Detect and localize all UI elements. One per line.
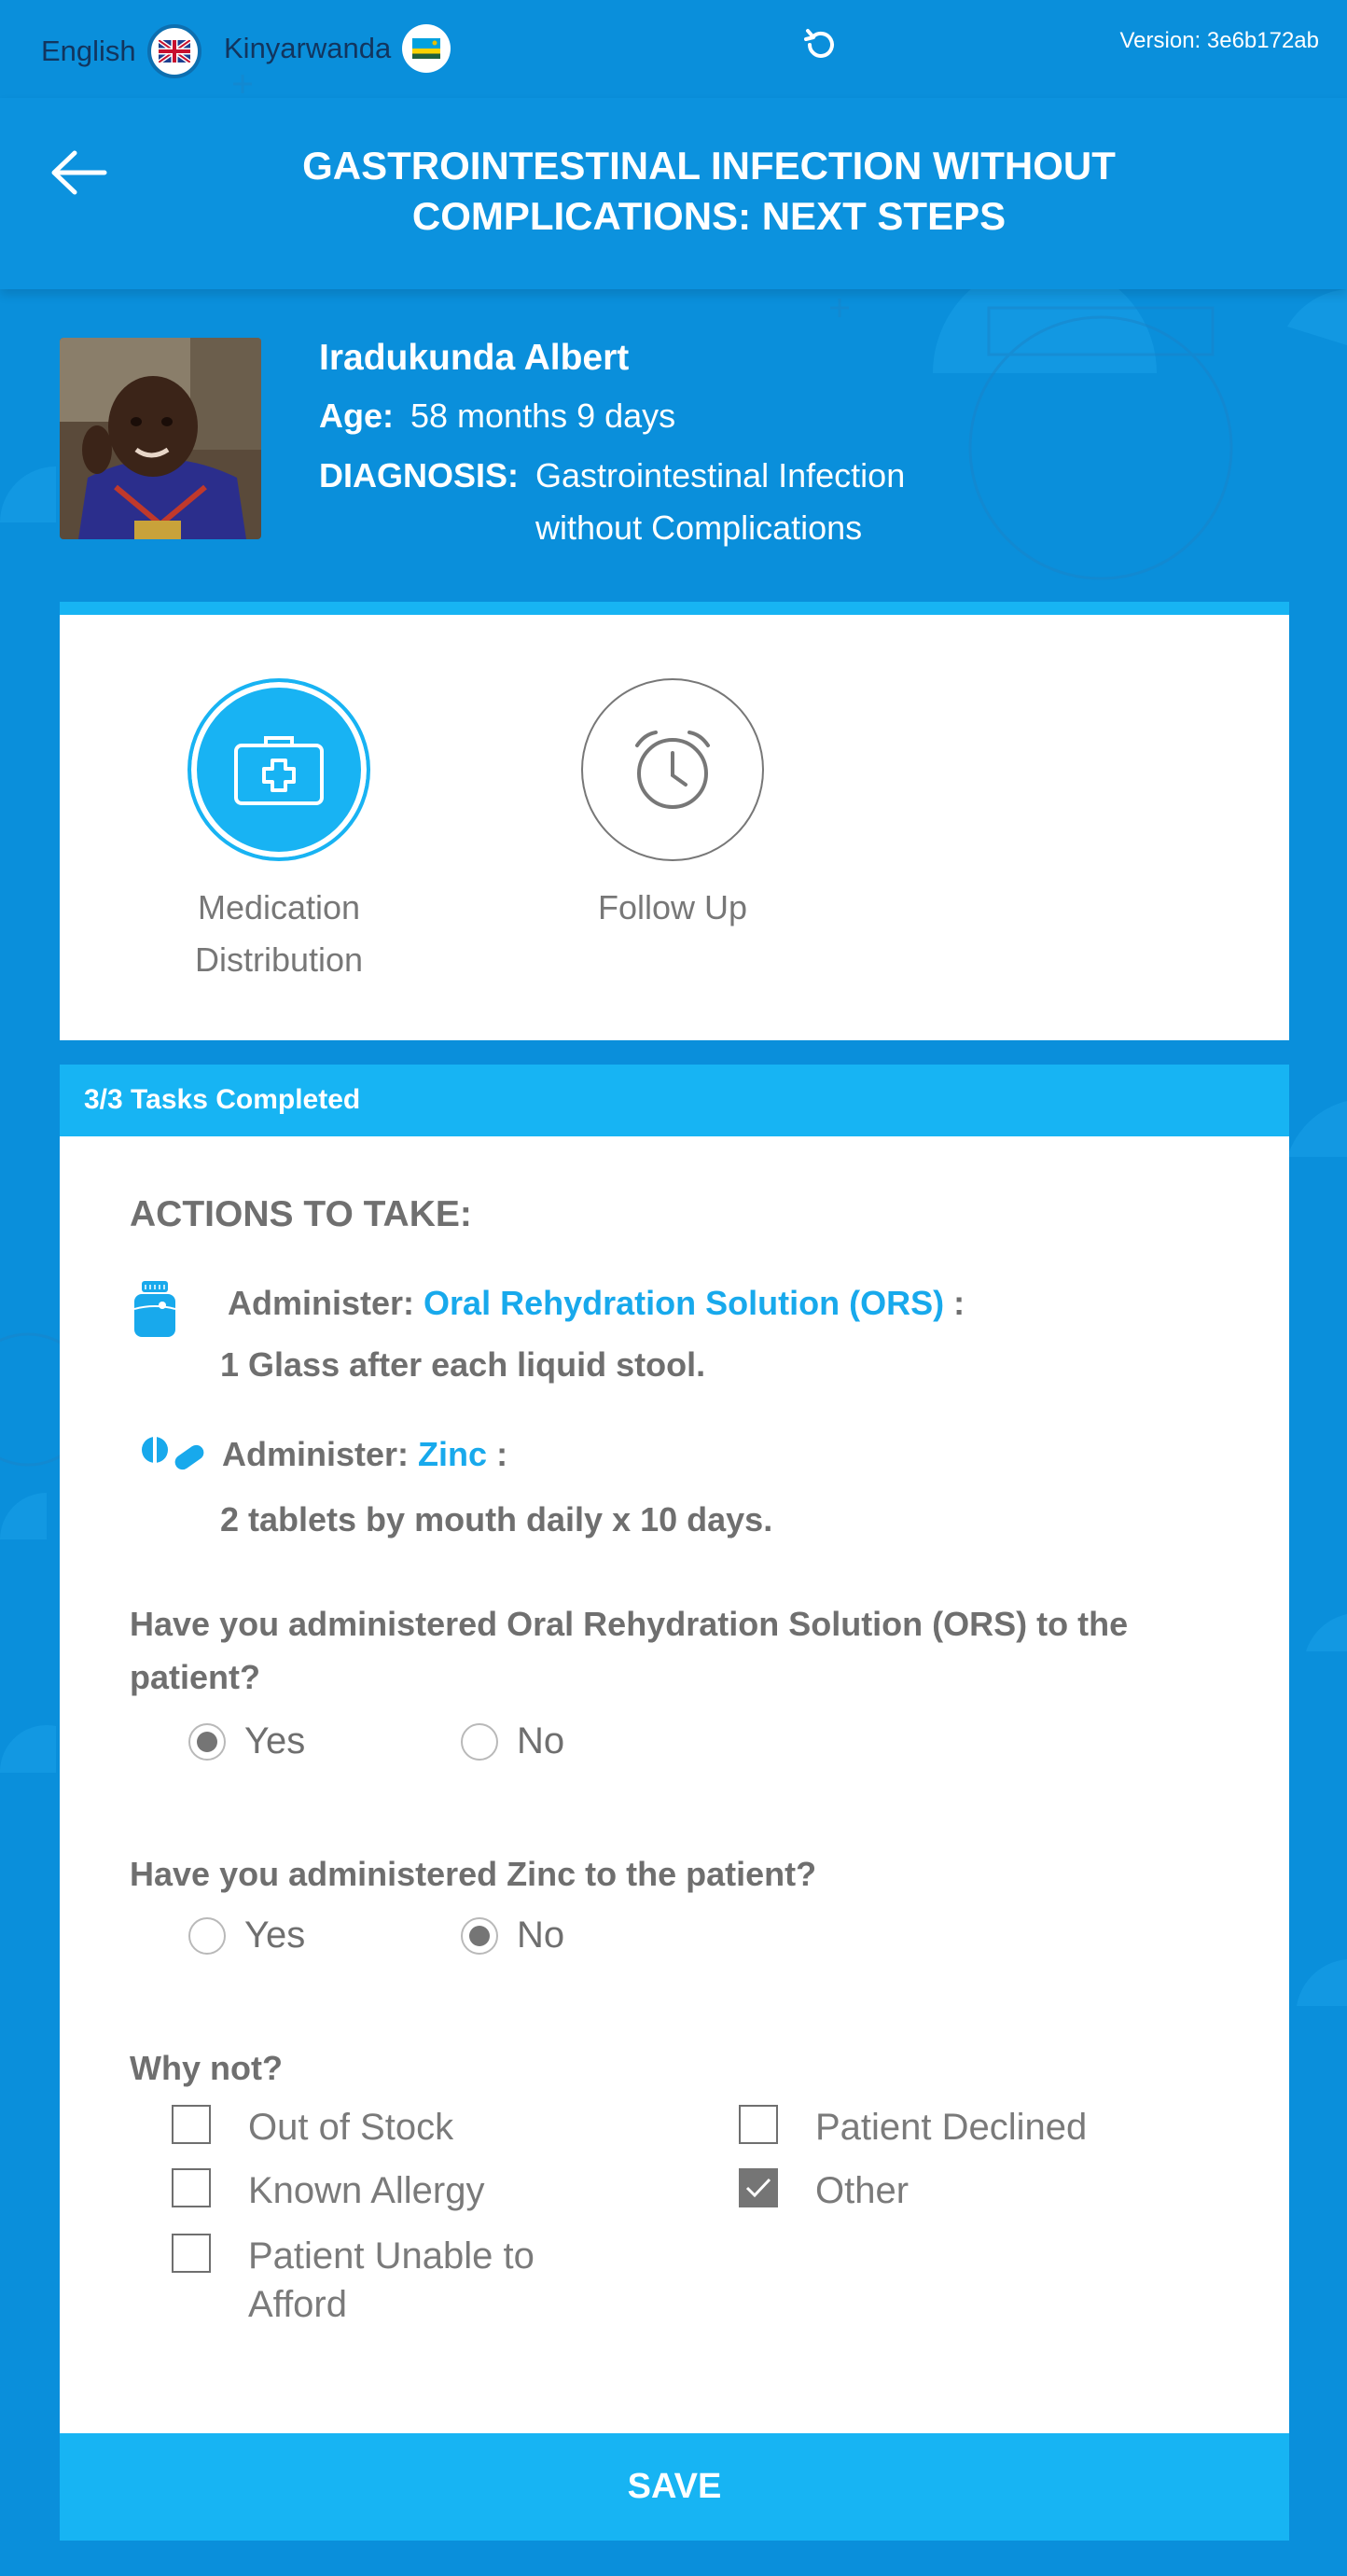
radio-ors-yes-label: Yes: [244, 1720, 306, 1761]
radio-ors-no[interactable]: No: [461, 1720, 564, 1762]
checkbox-unable-to-afford[interactable]: Patient Unable to Afford: [172, 2232, 535, 2329]
action-ors-instruction: 1 Glass after each liquid stool.: [220, 1345, 706, 1384]
checkbox-other-label: Other: [815, 2170, 910, 2211]
checkbox-unable-to-afford-box[interactable]: [172, 2234, 211, 2273]
question-ors-line2: patient?: [130, 1658, 260, 1696]
checkbox-other-box[interactable]: [739, 2168, 778, 2207]
checkbox-known-allergy[interactable]: Known Allergy: [172, 2166, 484, 2215]
page-title-line1: GASTROINTESTINAL INFECTION WITHOUT: [302, 144, 1116, 188]
form-card: ACTIONS TO TAKE: Administer: Oral Rehydr…: [60, 1136, 1289, 2433]
top-bar: English Kinyarwanda Version: 3e6b172ab: [0, 0, 1347, 98]
actions-heading: ACTIONS TO TAKE:: [130, 1194, 472, 1234]
action-zinc-suffix: :: [496, 1435, 508, 1473]
tasks-status-bar: 3/3 Tasks Completed: [60, 1065, 1289, 1136]
diagnosis-line1: Gastrointestinal Infection: [535, 456, 906, 494]
checkbox-unable-to-afford-label: Patient Unable to Afford: [248, 2232, 535, 2329]
pills-icon: [142, 1435, 209, 1470]
checkbox-out-of-stock-label: Out of Stock: [248, 2107, 454, 2148]
radio-zinc-no[interactable]: No: [461, 1915, 564, 1956]
page-header: GASTROINTESTINAL INFECTION WITHOUT COMPL…: [0, 98, 1347, 289]
action-ors-prefix: Administer:: [228, 1284, 415, 1322]
rwanda-flag-icon: [402, 24, 451, 73]
save-button[interactable]: SAVE: [60, 2433, 1289, 2541]
patient-age-row: Age: 58 months 9 days: [319, 397, 675, 436]
diagnosis-label: DIAGNOSIS:: [319, 456, 520, 494]
checkbox-known-allergy-box[interactable]: [172, 2168, 211, 2207]
checkbox-out-of-stock-box[interactable]: [172, 2105, 211, 2144]
diagnosis-line2: without Complications: [535, 508, 863, 547]
step-medication-label-line1: Medication: [197, 888, 361, 926]
refresh-icon[interactable]: [798, 22, 843, 67]
checkbox-other[interactable]: Other: [739, 2166, 909, 2215]
patient-photo: [60, 338, 261, 539]
patient-name: Iradukunda Albert: [319, 338, 630, 378]
step-medication-distribution[interactable]: Medication Distribution: [139, 678, 419, 986]
step-follow-up[interactable]: Follow Up: [533, 678, 812, 934]
diagnosis-value: Gastrointestinal Infection without Compl…: [535, 450, 905, 554]
language-kinyarwanda[interactable]: Kinyarwanda: [224, 24, 451, 73]
checkbox-patient-declined-label: Patient Declined: [815, 2107, 1088, 2148]
step-follow-up-label: Follow Up: [597, 888, 748, 926]
ors-bottle-icon: [133, 1281, 176, 1337]
checkbox-patient-declined[interactable]: Patient Declined: [739, 2103, 1087, 2151]
step-medication-label-line2: Distribution: [194, 940, 364, 979]
action-zinc-prefix: Administer:: [222, 1435, 410, 1473]
age-label: Age:: [319, 397, 394, 435]
action-zinc-drug: Zinc: [418, 1435, 488, 1473]
checkmark-icon: [745, 2178, 771, 2198]
page-title: GASTROINTESTINAL INFECTION WITHOUT COMPL…: [224, 141, 1194, 242]
radio-ors-yes[interactable]: Yes: [188, 1720, 305, 1762]
checkbox-out-of-stock[interactable]: Out of Stock: [172, 2103, 453, 2151]
action-ors-suffix: :: [953, 1284, 965, 1322]
radio-zinc-yes-control[interactable]: [188, 1916, 226, 1955]
action-zinc-instruction: 2 tablets by mouth daily x 10 days.: [220, 1500, 773, 1539]
language-kinyarwanda-label: Kinyarwanda: [224, 32, 392, 64]
medical-kit-icon: [187, 678, 370, 861]
action-ors-line: Administer: Oral Rehydration Solution (O…: [228, 1284, 965, 1323]
action-ors-drug: Oral Rehydration Solution (ORS): [424, 1284, 945, 1322]
checkbox-known-allergy-label: Known Allergy: [248, 2170, 485, 2211]
language-english[interactable]: English: [41, 24, 201, 78]
why-not-label: Why not?: [130, 2049, 283, 2087]
alarm-clock-icon: [581, 678, 764, 861]
version-label: Version: 3e6b172ab: [1119, 28, 1319, 53]
radio-zinc-yes[interactable]: Yes: [188, 1915, 305, 1956]
patient-diagnosis-row: DIAGNOSIS: Gastrointestinal Infection wi…: [319, 450, 905, 554]
checkbox-unable-to-afford-line1: Patient Unable to: [248, 2235, 535, 2277]
question-zinc: Have you administered Zinc to the patien…: [130, 1855, 817, 1893]
radio-zinc-no-control[interactable]: [461, 1916, 498, 1955]
question-ors-line1: Have you administered Oral Rehydration S…: [130, 1605, 1129, 1643]
back-arrow-icon[interactable]: [47, 140, 112, 205]
step-medication-label: Medication Distribution: [139, 882, 419, 986]
checkbox-unable-to-afford-line2: Afford: [248, 2284, 347, 2325]
radio-ors-no-control[interactable]: [461, 1722, 498, 1761]
uk-flag-icon: [146, 24, 201, 78]
page-title-line2: COMPLICATIONS: NEXT STEPS: [411, 194, 1007, 238]
question-ors: Have you administered Oral Rehydration S…: [130, 1597, 1212, 1704]
steps-card: Medication Distribution Follow Up: [60, 602, 1289, 1040]
patient-info: Iradukunda Albert Age: 58 months 9 days …: [0, 317, 1347, 597]
radio-zinc-no-label: No: [517, 1915, 565, 1956]
action-zinc-line: Administer: Zinc :: [222, 1435, 507, 1474]
checkbox-patient-declined-box[interactable]: [739, 2105, 778, 2144]
language-english-label: English: [41, 35, 136, 67]
radio-ors-no-label: No: [517, 1720, 565, 1761]
tasks-status: 3/3 Tasks Completed: [84, 1084, 361, 1115]
radio-ors-yes-control[interactable]: [188, 1722, 226, 1761]
radio-zinc-yes-label: Yes: [244, 1915, 306, 1956]
age-value: 58 months 9 days: [410, 397, 676, 435]
